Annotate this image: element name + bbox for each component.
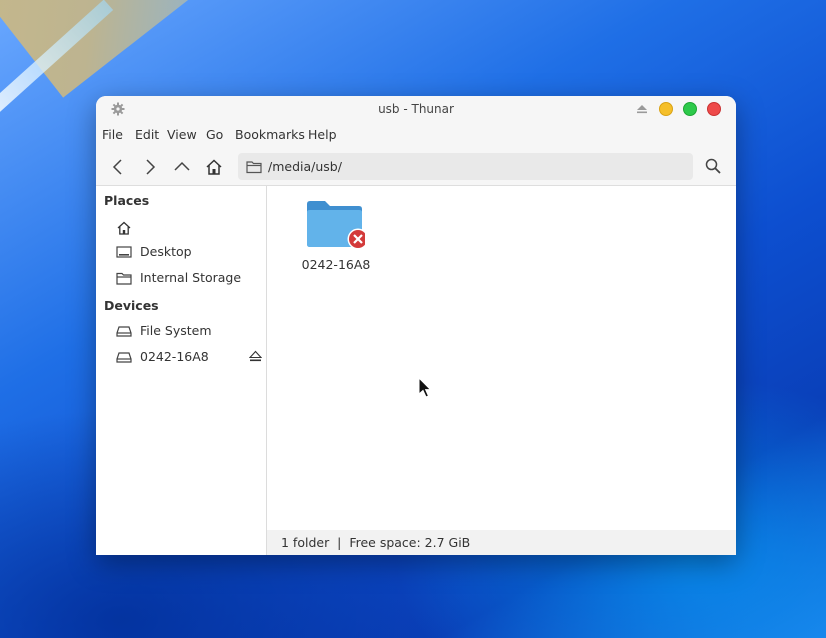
home-icon bbox=[206, 159, 222, 175]
drive-icon bbox=[116, 326, 132, 337]
menu-file[interactable]: File bbox=[102, 127, 123, 142]
back-button[interactable] bbox=[108, 157, 128, 177]
chevron-right-icon bbox=[146, 159, 156, 175]
mouse-cursor-icon bbox=[418, 377, 432, 398]
menu-view[interactable]: View bbox=[167, 127, 197, 142]
menu-bookmarks[interactable]: Bookmarks bbox=[235, 127, 305, 142]
eject-icon[interactable] bbox=[636, 103, 648, 115]
file-manager-window: usb - Thunar File Edit View Go Bookmarks… bbox=[96, 96, 736, 555]
places-heading: Places bbox=[104, 193, 150, 208]
sidebar-item-label: Internal Storage bbox=[140, 270, 242, 285]
toolbar: /media/usb/ bbox=[96, 148, 736, 186]
location-path[interactable]: /media/usb/ bbox=[268, 159, 342, 174]
desktop-icon bbox=[116, 246, 132, 258]
close-button[interactable] bbox=[707, 102, 721, 116]
eject-icon[interactable] bbox=[249, 350, 262, 363]
sidebar-item-home[interactable] bbox=[96, 216, 266, 240]
menu-go[interactable]: Go bbox=[206, 127, 223, 142]
devices-heading: Devices bbox=[104, 298, 159, 313]
maximize-button[interactable] bbox=[683, 102, 697, 116]
home-icon bbox=[117, 221, 131, 235]
file-view[interactable]: 0242-16A8 bbox=[267, 186, 736, 530]
minimize-button[interactable] bbox=[659, 102, 673, 116]
drive-icon bbox=[116, 352, 132, 363]
folder-icon bbox=[246, 161, 262, 174]
sidebar-item-label: 0242-16A8 bbox=[140, 349, 209, 364]
sidebar-item-internal-storage[interactable]: Internal Storage bbox=[96, 266, 266, 290]
wallpaper-corner-shape bbox=[0, 0, 229, 98]
search-icon[interactable] bbox=[704, 157, 722, 175]
title-bar[interactable]: usb - Thunar bbox=[96, 96, 736, 122]
home-button[interactable] bbox=[204, 157, 224, 177]
folder-icon bbox=[307, 201, 365, 250]
menu-edit[interactable]: Edit bbox=[135, 127, 159, 142]
chevron-left-icon bbox=[112, 159, 122, 175]
sidebar-item-usb-drive[interactable]: 0242-16A8 bbox=[96, 345, 266, 369]
folder-name: 0242-16A8 bbox=[301, 257, 371, 272]
sidebar-item-label: Desktop bbox=[140, 244, 192, 259]
sidebar-item-label: File System bbox=[140, 323, 212, 338]
status-text: 1 folder | Free space: 2.7 GiB bbox=[281, 535, 471, 550]
menu-bar: File Edit View Go Bookmarks Help bbox=[96, 122, 736, 148]
location-bar[interactable]: /media/usb/ bbox=[238, 153, 693, 180]
parent-folder-button[interactable] bbox=[172, 157, 192, 177]
folder-icon bbox=[116, 272, 132, 285]
folder-item[interactable]: 0242-16A8 bbox=[297, 198, 377, 278]
side-pane: Places Desktop Internal Storage Devices … bbox=[96, 186, 267, 555]
forward-button[interactable] bbox=[140, 157, 160, 177]
status-bar: 1 folder | Free space: 2.7 GiB bbox=[267, 530, 736, 555]
sidebar-item-desktop[interactable]: Desktop bbox=[96, 240, 266, 264]
menu-help[interactable]: Help bbox=[308, 127, 337, 142]
sidebar-item-file-system[interactable]: File System bbox=[96, 319, 266, 343]
chevron-up-icon bbox=[174, 161, 190, 171]
